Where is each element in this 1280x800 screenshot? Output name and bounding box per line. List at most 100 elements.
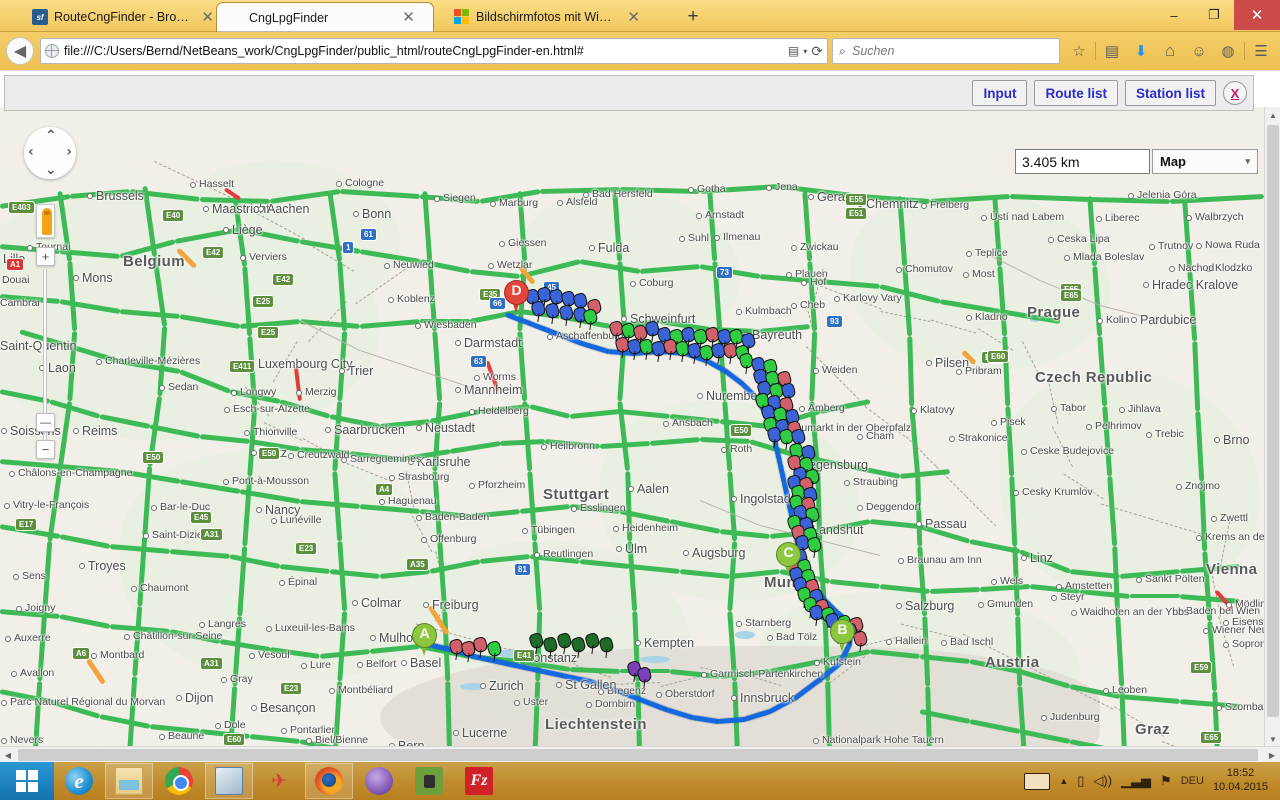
- navigation-toolbar: ◀ file:///C:/Users/Bernd/NetBeans_work/C…: [0, 32, 1280, 70]
- volume-icon[interactable]: ◁)): [1093, 773, 1112, 789]
- pan-up-icon[interactable]: ⌃: [45, 128, 57, 144]
- tab-label: CngLpgFinder: [249, 10, 329, 25]
- tab-close-icon[interactable]: ✕: [402, 10, 415, 25]
- road-shield: 93: [826, 315, 843, 328]
- taskbar-lock-app[interactable]: [405, 763, 453, 799]
- scroll-down-arrow-icon[interactable]: ▼: [1265, 731, 1280, 747]
- internet-explorer-icon: [65, 767, 93, 795]
- route-marker-b[interactable]: B: [830, 619, 855, 653]
- map-place-label: Kufstein: [814, 656, 861, 668]
- zoom-handle[interactable]: —: [36, 413, 55, 432]
- tab-close-icon[interactable]: ✕: [201, 9, 214, 25]
- road-segment: [59, 613, 111, 629]
- map-zoom-slider[interactable]: + — −: [36, 247, 55, 459]
- map-place-label: Châlons-en-Champagne: [8, 467, 133, 479]
- pan-right-icon[interactable]: ›: [66, 144, 72, 160]
- station-pin[interactable]: [582, 307, 599, 331]
- language-indicator[interactable]: DEU: [1181, 775, 1204, 787]
- vertical-scroll-thumb[interactable]: [1267, 125, 1279, 717]
- smiley-icon[interactable]: ☺: [1186, 38, 1212, 64]
- taskbar-firefox[interactable]: [305, 763, 353, 799]
- google-map[interactable]: Brussels Maastricht Aachen Bonn Liège Hasselt…: [0, 107, 1264, 747]
- map-pan-control[interactable]: ⌃ ⌄ ‹ ›: [24, 127, 76, 179]
- taskbar-filezilla[interactable]: Fz: [455, 763, 503, 799]
- keyboard-icon[interactable]: [1024, 772, 1051, 790]
- close-panel-button[interactable]: X: [1223, 81, 1247, 105]
- station-pin[interactable]: [636, 665, 653, 689]
- library-icon[interactable]: ▤: [1099, 38, 1125, 64]
- reader-mode-icon[interactable]: ▤: [788, 44, 799, 58]
- synced-tabs-icon[interactable]: ◍: [1215, 38, 1241, 64]
- map-type-selector[interactable]: Map ▾: [1152, 149, 1258, 174]
- taskbar-ie[interactable]: [55, 763, 103, 799]
- signal-icon[interactable]: ▁▃▅: [1121, 773, 1151, 789]
- route-list-button[interactable]: Route list: [1034, 80, 1118, 106]
- zoom-in-button[interactable]: +: [36, 247, 55, 266]
- taskbar-plane[interactable]: ✈: [255, 763, 303, 799]
- map-place-label: Vesoul: [249, 649, 290, 661]
- device-icon[interactable]: ▯: [1077, 773, 1084, 789]
- station-list-button[interactable]: Station list: [1124, 80, 1216, 106]
- vertical-scrollbar[interactable]: ▲ ▼: [1264, 107, 1280, 747]
- pin-needle-icon: [785, 440, 788, 451]
- tab-routecngfinder[interactable]: sf RouteCngFinder - Browse ... ✕: [22, 2, 222, 32]
- map-place-label: Karlovy Vary: [834, 292, 902, 304]
- route-marker-a[interactable]: A: [412, 623, 437, 657]
- flag-icon[interactable]: ⚑: [1160, 773, 1172, 789]
- minimize-button[interactable]: –: [1154, 0, 1194, 30]
- start-button[interactable]: [0, 762, 54, 800]
- map-place-label: Bad Hersfeld: [583, 188, 653, 200]
- station-pin[interactable]: [598, 635, 615, 659]
- taskbar-virtualbox[interactable]: [205, 763, 253, 799]
- back-button[interactable]: ◀: [6, 37, 34, 65]
- tab-cnglpgfinder[interactable]: CngLpgFinder ✕: [216, 2, 434, 32]
- map-place-label: Innsbruck: [730, 691, 795, 705]
- map-place-label: Ústí nad Labem: [980, 211, 1065, 223]
- street-view-pegman[interactable]: [36, 204, 55, 238]
- address-bar[interactable]: file:///C:/Users/Bernd/NetBeans_work/Cng…: [40, 38, 828, 64]
- pan-down-icon[interactable]: ⌄: [45, 162, 57, 178]
- taskbar-oval-app[interactable]: [355, 763, 403, 799]
- zoom-out-button[interactable]: −: [36, 440, 55, 459]
- tab-bildschirmfotos[interactable]: Bildschirmfotos mit Windo... ✕: [444, 2, 648, 32]
- road-segment: [829, 578, 881, 589]
- bookmark-star-icon[interactable]: ☆: [1066, 38, 1092, 64]
- station-pin[interactable]: [806, 535, 823, 559]
- taskbar-chrome[interactable]: [155, 763, 203, 799]
- route-marker-c[interactable]: C: [776, 542, 801, 576]
- map-place-label: Bayreuth: [742, 328, 803, 342]
- input-button[interactable]: Input: [972, 80, 1028, 106]
- home-icon[interactable]: ⌂: [1157, 38, 1183, 64]
- show-hidden-icons-icon[interactable]: ▲: [1059, 776, 1068, 786]
- map-place-label: Pribram: [956, 365, 1002, 377]
- map-place-label: Graz: [1135, 721, 1170, 738]
- route-marker-d[interactable]: D: [504, 280, 529, 314]
- station-pin[interactable]: [486, 639, 503, 663]
- map-place-label: Sarreguemines: [340, 453, 422, 465]
- station-pin[interactable]: [852, 629, 869, 653]
- tab-close-icon[interactable]: ✕: [627, 9, 640, 25]
- reload-icon[interactable]: ⟳: [811, 43, 823, 60]
- map-place-label: Heidelberg: [469, 405, 529, 417]
- search-bar[interactable]: ⌕ Suchen: [832, 38, 1060, 64]
- map-place-label: Reims: [72, 424, 118, 438]
- menu-icon[interactable]: ☰: [1248, 38, 1274, 64]
- scroll-right-arrow-icon[interactable]: ▶: [1264, 747, 1280, 763]
- scroll-up-arrow-icon[interactable]: ▲: [1265, 107, 1280, 123]
- chevron-down-icon[interactable]: ▾: [803, 47, 807, 56]
- firefox-window: sf RouteCngFinder - Browse ... ✕ CngLpgF…: [0, 0, 1280, 762]
- pan-left-icon[interactable]: ‹: [28, 144, 34, 160]
- chrome-icon: [165, 767, 193, 795]
- horizontal-scrollbar[interactable]: ◀ ▶: [0, 746, 1280, 762]
- map-place-label: Szombathely: [1216, 701, 1264, 713]
- taskbar-explorer[interactable]: [105, 763, 153, 799]
- road-shield: A6: [72, 647, 91, 660]
- download-icon[interactable]: ⬇: [1128, 38, 1154, 64]
- new-tab-button[interactable]: +: [680, 5, 706, 29]
- horizontal-scroll-thumb[interactable]: [18, 749, 1258, 761]
- clock[interactable]: 18:52 10.04.2015: [1213, 767, 1272, 795]
- close-button[interactable]: ✕: [1234, 0, 1280, 30]
- restore-button[interactable]: ❐: [1194, 0, 1234, 30]
- map-place-label: Esch-sur-Alzette: [223, 403, 311, 415]
- scroll-left-arrow-icon[interactable]: ◀: [0, 747, 16, 763]
